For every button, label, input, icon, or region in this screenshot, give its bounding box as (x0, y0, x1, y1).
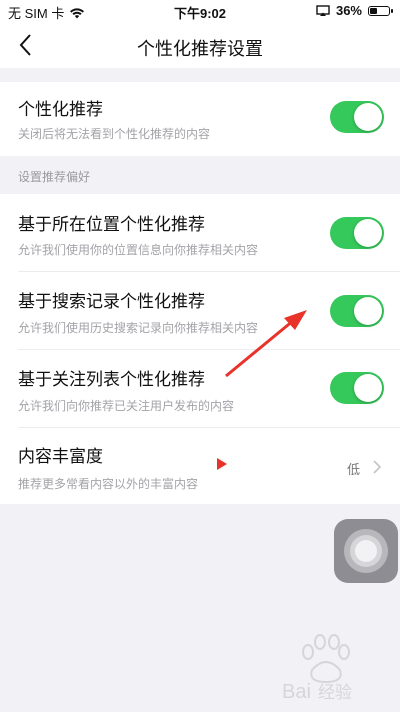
toggle-knob (354, 219, 382, 247)
row-subtitle: 允许我们使用历史搜索记录向你推荐相关内容 (18, 321, 259, 335)
assistive-ring (355, 540, 377, 562)
preferences-card: 基于所在位置个性化推荐 允许我们使用你的位置信息向你推荐相关内容 基于搜索记录个… (0, 194, 400, 504)
toggle-knob (354, 103, 382, 131)
main-toggle-subtitle: 关闭后将无法看到个性化推荐的内容 (18, 127, 211, 141)
page-title: 个性化推荐设置 (137, 39, 263, 59)
personalized-recommendation-toggle[interactable] (330, 101, 384, 133)
toggle-knob (354, 297, 382, 325)
row-subtitle: 允许我们使用你的位置信息向你推荐相关内容 (18, 243, 259, 257)
content-richness-row[interactable]: 内容丰富度 推荐更多常看内容以外的丰富内容 低 (0, 428, 400, 504)
location-recommendation-row: 基于所在位置个性化推荐 允许我们使用你的位置信息向你推荐相关内容 (0, 194, 400, 272)
row-title: 基于所在位置个性化推荐 (18, 215, 205, 234)
baidu-jingyan-watermark: Bai 经验 (282, 634, 352, 703)
row-title: 基于关注列表个性化推荐 (18, 370, 205, 389)
search-history-recommendation-toggle[interactable] (330, 295, 384, 327)
navigation-bar: 个性化推荐设置 (0, 22, 400, 68)
toggle-knob (354, 374, 382, 402)
row-subtitle: 允许我们向你推荐已关注用户发布的内容 (18, 399, 235, 413)
row-title: 内容丰富度 (18, 447, 103, 466)
assistive-touch-button[interactable] (334, 519, 398, 583)
main-toggle-title: 个性化推荐 (18, 100, 103, 119)
chevron-right-icon (373, 460, 382, 474)
status-right: 36% (316, 3, 393, 18)
search-history-recommendation-row: 基于搜索记录个性化推荐 允许我们使用历史搜索记录向你推荐相关内容 (0, 272, 400, 350)
location-recommendation-toggle[interactable] (330, 217, 384, 249)
main-toggle-card: 个性化推荐 关闭后将无法看到个性化推荐的内容 (0, 82, 400, 156)
screen-mirroring-icon (316, 4, 330, 16)
battery-icon (368, 5, 393, 16)
row-title: 基于搜索记录个性化推荐 (18, 292, 205, 311)
section-header: 设置推荐偏好 (18, 170, 91, 184)
following-list-recommendation-toggle[interactable] (330, 372, 384, 404)
svg-text:经验: 经验 (318, 683, 352, 703)
following-list-recommendation-row: 基于关注列表个性化推荐 允许我们向你推荐已关注用户发布的内容 (0, 350, 400, 428)
status-bar: 无 SIM 卡 下午9:02 36% (0, 0, 400, 22)
svg-text:Bai: Bai (282, 681, 311, 703)
battery-percent: 36% (335, 3, 362, 18)
richness-value: 低 (346, 462, 360, 477)
row-subtitle: 推荐更多常看内容以外的丰富内容 (18, 477, 199, 491)
